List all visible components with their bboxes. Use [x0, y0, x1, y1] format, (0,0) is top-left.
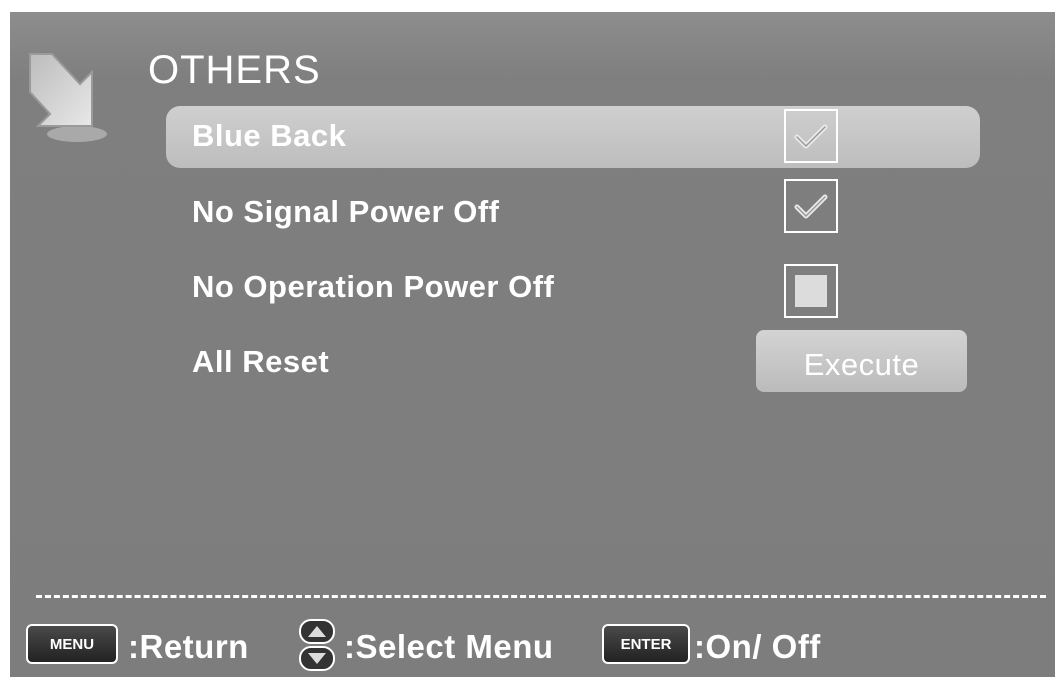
menu-key-button[interactable]: MENU: [26, 624, 118, 664]
osd-menu-screen: OTHERS Blue Back No Signal Power Off No …: [10, 12, 1055, 677]
menu-item-no-operation-power-off[interactable]: No Operation Power Off: [166, 257, 980, 319]
checkbox-empty-fill: [795, 275, 827, 307]
up-down-arrows-icon: [299, 619, 335, 671]
enter-key-hint: :On/ Off: [694, 628, 821, 665]
menu-item-no-signal-power-off[interactable]: No Signal Power Off: [166, 179, 980, 244]
execute-button[interactable]: Execute: [756, 330, 967, 392]
enter-key-button[interactable]: ENTER: [602, 624, 690, 664]
select-menu-hint: :Select Menu: [344, 628, 554, 665]
footer-hints: MENU :Return :Select Menu ENTER :On/ Off: [10, 616, 1055, 676]
checkmark-icon: [794, 194, 828, 219]
blue-back-checkbox[interactable]: [784, 109, 838, 163]
menu-item-label: Blue Back: [192, 118, 347, 153]
menu-key-hint: :Return: [128, 628, 249, 665]
menu-title: OTHERS: [148, 48, 321, 92]
checkmark-icon: [794, 124, 828, 149]
footer-divider: [36, 595, 1046, 598]
menu-item-label: All Reset: [192, 344, 330, 379]
arrow-down-right-icon: [29, 53, 107, 142]
menu-item-label: No Signal Power Off: [192, 194, 500, 229]
no-signal-power-off-checkbox[interactable]: [784, 179, 838, 233]
no-operation-power-off-checkbox[interactable]: [784, 264, 838, 318]
menu-item-blue-back[interactable]: Blue Back: [166, 106, 980, 168]
menu-item-label: No Operation Power Off: [192, 269, 555, 304]
